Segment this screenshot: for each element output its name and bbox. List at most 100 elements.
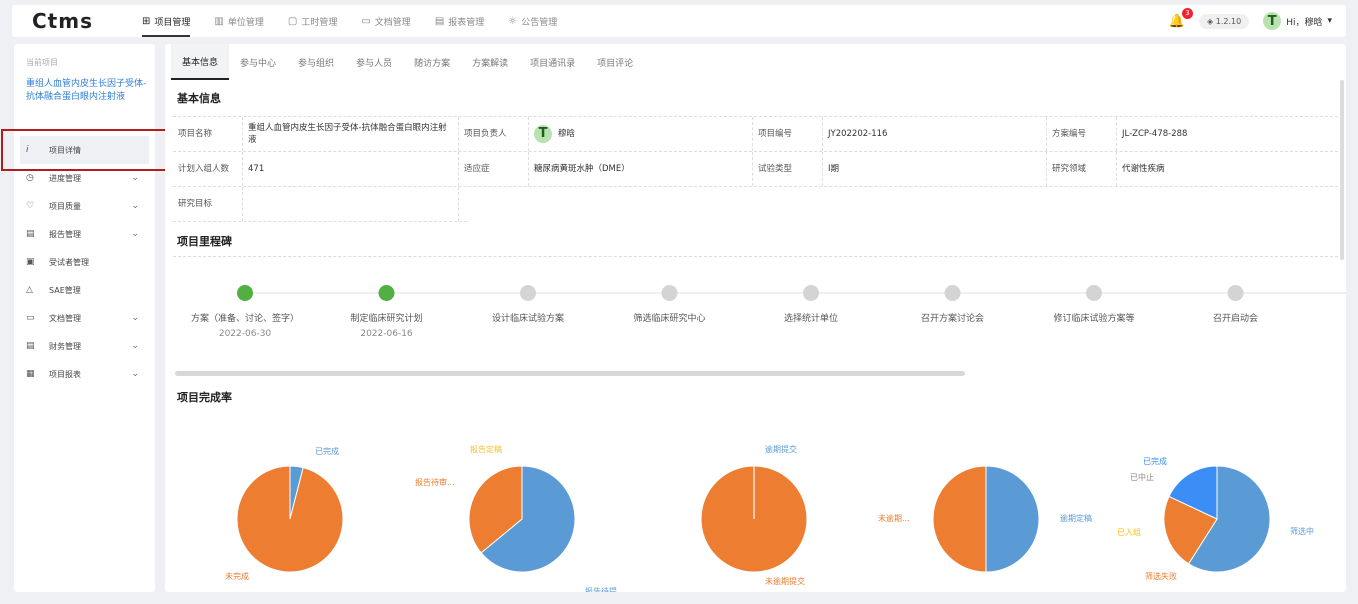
current-project-label: 当前项目 [26,58,58,67]
value-text: I期 [828,164,840,174]
field-label: 研究目标 [173,187,243,221]
field-label: 项目编号 [753,117,823,151]
milestone-dot[interactable] [1086,285,1102,301]
field-value: I期 [823,152,1047,186]
milestone-dot[interactable] [237,285,253,301]
basic-info-table: 项目名称 重组人血管内皮生长因子受体-抗体融合蛋白眼内注射液 项目负责人 T 穆晗 项目编… [173,116,1343,222]
sidebar-item-label: 报告管理 [49,229,81,239]
chevron-down-icon: ⌄ [131,201,139,211]
notification-badge: 3 [1182,7,1194,19]
folder-icon: ▭ [361,15,371,27]
sidebar-item-6[interactable]: ▭ 文档管理 ⌄ [14,304,155,332]
tab-6[interactable]: 项目通讯录 [519,44,586,80]
basic-info-title: 基本信息 [177,92,221,105]
sidebar-item-label: 项目报表 [49,369,81,379]
milestone-label: 方案（准备、讨论、签字） [191,312,299,324]
sidebar-item-label: SAE管理 [49,285,81,295]
nav-5[interactable]: ☼ 公告管理 [508,5,557,37]
value-text: 重组人血管内皮生长因子受体-抗体融合蛋白眼内注射液 [248,123,447,145]
report-icon: ▤ [434,15,445,27]
nav-1[interactable]: ▥ 单位管理 [214,5,263,37]
milestone-dot[interactable] [661,285,678,301]
value-text: 471 [248,164,265,174]
pie-label: 逾期提交 [765,444,797,454]
nav-2[interactable]: ▢ 工时管理 [288,5,337,37]
menu-icon: △ [26,285,33,295]
app-logo[interactable]: Ctms [32,9,102,33]
sidebar-item-label: 财务管理 [49,341,81,351]
nav-label: 文档管理 [374,17,411,28]
sidebar-item-label: 项目质量 [49,201,81,211]
version-text: 1.2.10 [1215,16,1242,26]
nav-label: 公告管理 [521,17,558,28]
tab-4[interactable]: 随访方案 [403,44,461,80]
sidebar-item-3[interactable]: ▤ 报告管理 ⌄ [14,220,155,248]
pie-label: 已中止 [1130,472,1154,482]
tab-2[interactable]: 参与组织 [287,44,345,80]
calendar-icon: ▢ [287,15,298,27]
tab-7[interactable]: 项目评论 [586,44,644,80]
info-row: 计划入组人数 471 适应症 糖尿病黄斑水肿（DME） 试验类型 I期 研究领域 代谢性疾病 [173,152,1343,187]
milestone-dot[interactable] [1227,285,1244,301]
tab-1[interactable]: 参与中心 [229,44,287,80]
greeting: Hi，穆晗 [1286,17,1323,28]
tab-0[interactable]: 基本信息 [171,44,230,80]
avatar: T [534,125,552,143]
field-value: 重组人血管内皮生长因子受体-抗体融合蛋白眼内注射液 [243,117,459,151]
nav-4[interactable]: ▤ 报表管理 [435,5,484,37]
pie-label: 未完成 [225,571,249,581]
sidebar-item-4[interactable]: ▣ 受试者管理 [14,248,155,276]
sidebar-item-2[interactable]: ♡ 项目质量 ⌄ [14,192,155,220]
pie-label: 逾期定稿 [1060,513,1092,523]
menu-icon: ▣ [26,257,35,267]
nav-label: 工时管理 [301,17,338,28]
milestone-label: 设计临床试验方案 [492,312,564,324]
sidebar-item-8[interactable]: ▦ 项目报表 ⌄ [14,360,155,388]
pie-label: 筛选中 [1290,526,1314,536]
field-label: 研究领域 [1047,152,1117,186]
value-text: JL-ZCP-478-288 [1122,129,1188,139]
field-value: 糖尿病黄斑水肿（DME） [529,152,753,186]
bar-icon: ▥ [214,15,224,27]
value-text: 糖尿病黄斑水肿（DME） [534,164,630,174]
sidebar-item-5[interactable]: △ SAE管理 [14,276,155,304]
milestone-dot[interactable] [520,285,536,301]
milestone-label: 筛选临床研究中心 [633,312,705,324]
pie-label: 报告待审... [415,477,455,487]
nav-3[interactable]: ▭ 文档管理 [361,5,410,37]
horizontal-scrollbar[interactable] [175,371,965,376]
version-badge[interactable]: ◈ 1.2.10 [1199,13,1250,29]
nav-label: 单位管理 [227,17,264,28]
completion-title: 项目完成率 [177,391,232,404]
field-value: 代谢性疾病 [1117,152,1267,186]
owner-name: 穆晗 [558,129,576,139]
milestone-divider [173,256,1343,257]
milestone-label: 选择统计单位 [784,312,838,324]
user-menu[interactable]: T Hi，穆晗 ▾ [1263,12,1332,30]
menu-icon: ◷ [26,173,34,183]
chevron-down-icon: ⌄ [131,369,139,379]
pie-slice[interactable] [985,465,1040,573]
field-label: 适应症 [459,152,529,186]
chevron-down-icon: ⌄ [131,341,139,351]
nav-0[interactable]: ⊞ 项目管理 [142,5,191,37]
nav-label: 报表管理 [448,17,485,28]
milestone-dot[interactable] [803,285,819,301]
milestone-dot[interactable] [378,285,395,301]
info-row: 研究目标 [173,187,467,222]
sun-icon: ☼ [508,15,518,27]
project-name-link[interactable]: 重组人血管内皮生长因子受体-抗体融合蛋白眼内注射液 [26,78,150,104]
pie-label: 未逾期提交 [765,576,805,586]
tab-5[interactable]: 方案解读 [461,44,519,80]
pie-slice[interactable] [932,465,987,573]
milestone-dot[interactable] [944,285,961,301]
milestone-label: 召开启动会 [1213,312,1258,324]
tab-3[interactable]: 参与人员 [345,44,403,80]
nav-label: 项目管理 [154,17,191,28]
field-label: 项目名称 [173,117,243,151]
chevron-down-icon: ⌄ [131,229,139,239]
sidebar-item-7[interactable]: ▤ 财务管理 ⌄ [14,332,155,360]
bell-icon[interactable]: 🔔 3 [1169,7,1194,29]
pie-label: 未逾期... [878,513,910,523]
pie-slice[interactable] [236,465,344,573]
